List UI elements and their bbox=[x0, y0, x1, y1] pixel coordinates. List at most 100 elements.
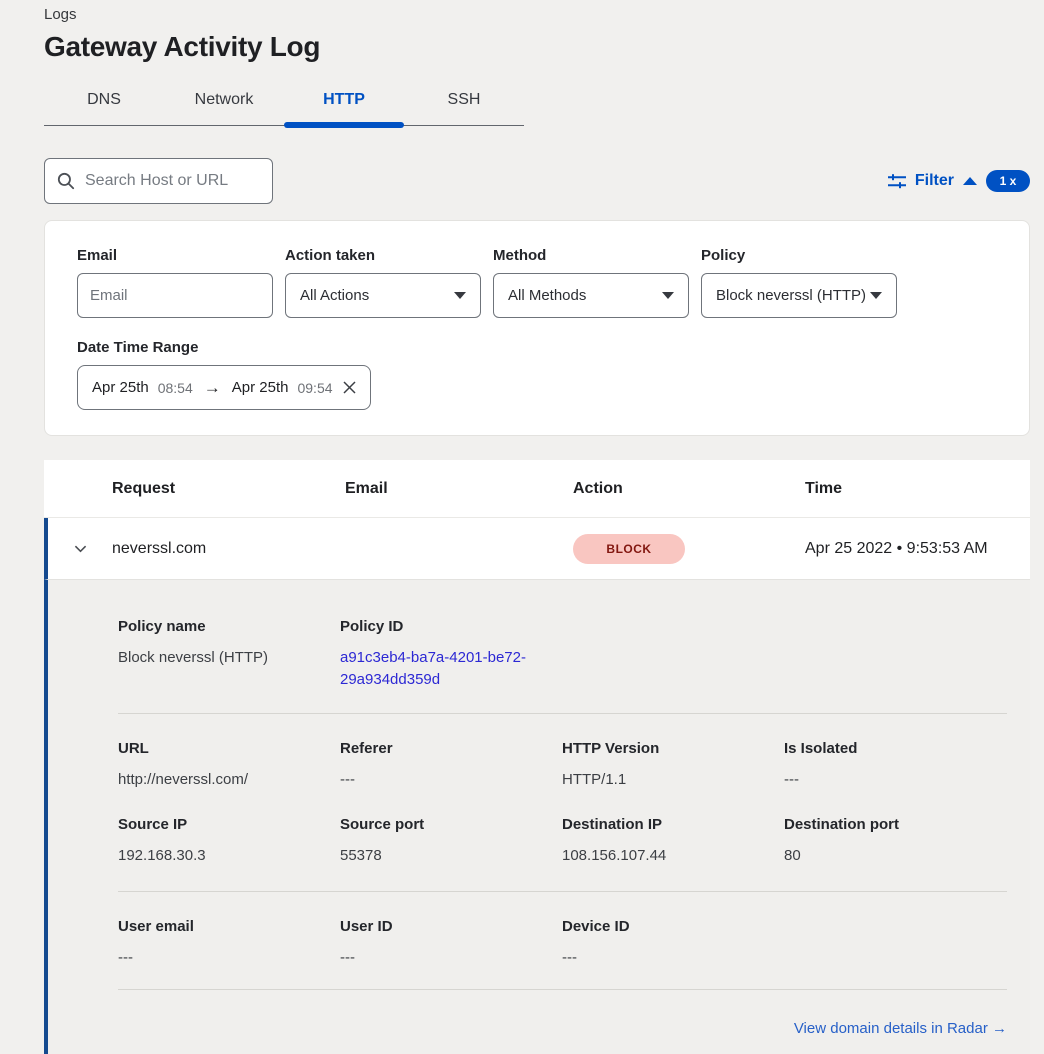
block-status-badge: BLOCK bbox=[573, 534, 685, 564]
device-id-item: Device ID --- bbox=[562, 918, 784, 969]
url-value: http://neverssl.com/ bbox=[118, 769, 340, 791]
search-box bbox=[44, 158, 273, 204]
log-type-tabs: DNS Network HTTP SSH bbox=[44, 79, 524, 126]
view-radar-link[interactable]: View domain details in Radar → bbox=[794, 1020, 1007, 1037]
tab-network[interactable]: Network bbox=[164, 79, 284, 125]
filter-toggle-button[interactable]: Filter 1 x bbox=[888, 170, 1030, 192]
is-isolated-item: Is Isolated --- bbox=[784, 740, 1006, 791]
method-select[interactable]: All Methods bbox=[493, 273, 689, 318]
user-id-item: User ID --- bbox=[340, 918, 562, 969]
action-taken-value: All Actions bbox=[300, 287, 369, 304]
policy-id-label: Policy ID bbox=[340, 618, 562, 635]
column-header-action: Action bbox=[573, 480, 805, 498]
user-id-value: --- bbox=[340, 947, 562, 969]
method-filter: Method All Methods bbox=[493, 247, 689, 318]
row-action: BLOCK bbox=[573, 534, 805, 564]
user-id-label: User ID bbox=[340, 918, 562, 935]
search-filter-row: Filter 1 x bbox=[44, 158, 1030, 204]
table-header-row: Request Email Action Time bbox=[44, 460, 1030, 518]
row-expanded-details: Policy name Block neverssl (HTTP) Policy… bbox=[44, 580, 1030, 1054]
policy-id-item: Policy ID a91c3eb4-ba7a-4201-be72-29a934… bbox=[340, 618, 562, 691]
http-version-label: HTTP Version bbox=[562, 740, 784, 757]
user-section: User email --- User ID --- Device ID --- bbox=[118, 892, 1007, 989]
gateway-activity-log-page: Logs Gateway Activity Log DNS Network HT… bbox=[0, 0, 1044, 1054]
is-isolated-label: Is Isolated bbox=[784, 740, 1006, 757]
end-time: 09:54 bbox=[297, 380, 332, 396]
filter-label: Filter bbox=[915, 172, 954, 190]
search-input[interactable] bbox=[85, 172, 255, 190]
action-taken-label: Action taken bbox=[285, 247, 481, 264]
radar-link-row: View domain details in Radar → bbox=[118, 1020, 1007, 1038]
start-date: Apr 25th bbox=[92, 379, 149, 396]
source-port-value: 55378 bbox=[340, 845, 562, 867]
tab-dns[interactable]: DNS bbox=[44, 79, 164, 125]
policy-filter: Policy Block neverssl (HTTP) bbox=[701, 247, 897, 318]
tab-http[interactable]: HTTP bbox=[284, 79, 404, 125]
url-item: URL http://neverssl.com/ bbox=[118, 740, 340, 791]
row-request: neverssl.com bbox=[112, 540, 345, 558]
http-version-item: HTTP Version HTTP/1.1 bbox=[562, 740, 784, 791]
end-date: Apr 25th bbox=[232, 379, 289, 396]
user-email-label: User email bbox=[118, 918, 340, 935]
chevron-down-icon bbox=[870, 292, 882, 299]
policy-name-label: Policy name bbox=[118, 618, 340, 635]
date-time-range-field[interactable]: Apr 25th 08:54 → Apr 25th 09:54 bbox=[77, 365, 371, 410]
filter-sliders-icon bbox=[888, 174, 906, 189]
start-time: 08:54 bbox=[158, 380, 193, 396]
source-port-item: Source port 55378 bbox=[340, 816, 562, 867]
page-title: Gateway Activity Log bbox=[44, 31, 1044, 63]
breadcrumb: Logs bbox=[0, 0, 1044, 23]
referer-label: Referer bbox=[340, 740, 562, 757]
clear-date-range-icon[interactable] bbox=[343, 381, 356, 394]
tab-ssh[interactable]: SSH bbox=[404, 79, 524, 125]
referer-item: Referer --- bbox=[340, 740, 562, 791]
date-time-range-label: Date Time Range bbox=[77, 339, 997, 356]
destination-ip-value: 108.156.107.44 bbox=[562, 845, 784, 867]
action-taken-filter: Action taken All Actions bbox=[285, 247, 481, 318]
request-section: URL http://neverssl.com/ Referer --- HTT… bbox=[118, 714, 1007, 807]
row-expander-chevron-icon[interactable] bbox=[48, 540, 112, 557]
source-port-label: Source port bbox=[340, 816, 562, 833]
destination-port-value: 80 bbox=[784, 845, 1006, 867]
policy-section: Policy name Block neverssl (HTTP) Policy… bbox=[118, 580, 1007, 713]
destination-ip-label: Destination IP bbox=[562, 816, 784, 833]
chevron-up-icon bbox=[963, 177, 977, 185]
date-time-range-filter: Date Time Range Apr 25th 08:54 → Apr 25t… bbox=[77, 339, 997, 410]
action-taken-select[interactable]: All Actions bbox=[285, 273, 481, 318]
row-time: Apr 25 2022 • 9:53:53 AM bbox=[805, 540, 1030, 558]
device-id-value: --- bbox=[562, 947, 784, 969]
policy-label: Policy bbox=[701, 247, 897, 264]
column-header-request: Request bbox=[112, 480, 345, 498]
network-section: Source IP 192.168.30.3 Source port 55378… bbox=[118, 806, 1007, 891]
policy-id-link[interactable]: a91c3eb4-ba7a-4201-be72-29a934dd359d bbox=[340, 647, 532, 691]
user-email-item: User email --- bbox=[118, 918, 340, 969]
destination-port-item: Destination port 80 bbox=[784, 816, 1006, 867]
section-divider bbox=[118, 989, 1007, 990]
activity-log-table: Request Email Action Time neverssl.com B… bbox=[44, 460, 1030, 1054]
destination-ip-item: Destination IP 108.156.107.44 bbox=[562, 816, 784, 867]
source-ip-value: 192.168.30.3 bbox=[118, 845, 340, 867]
filter-fields-row: Email Action taken All Actions Method Al… bbox=[77, 247, 997, 318]
method-value: All Methods bbox=[508, 287, 586, 304]
email-filter-input[interactable] bbox=[77, 273, 273, 318]
arrow-right-icon: → bbox=[204, 378, 221, 398]
destination-port-label: Destination port bbox=[784, 816, 1006, 833]
active-tab-indicator bbox=[284, 122, 404, 128]
email-filter-label: Email bbox=[77, 247, 273, 264]
method-label: Method bbox=[493, 247, 689, 264]
source-ip-item: Source IP 192.168.30.3 bbox=[118, 816, 340, 867]
chevron-down-icon bbox=[662, 292, 674, 299]
chevron-down-icon bbox=[454, 292, 466, 299]
column-header-email: Email bbox=[345, 480, 573, 498]
is-isolated-value: --- bbox=[784, 769, 1006, 791]
filter-count-badge[interactable]: 1 x bbox=[986, 170, 1030, 192]
column-header-time: Time bbox=[805, 480, 1030, 498]
policy-select[interactable]: Block neverssl (HTTP) bbox=[701, 273, 897, 318]
table-row[interactable]: neverssl.com BLOCK Apr 25 2022 • 9:53:53… bbox=[44, 518, 1030, 580]
url-label: URL bbox=[118, 740, 340, 757]
policy-name-value: Block neverssl (HTTP) bbox=[118, 647, 340, 669]
policy-value: Block neverssl (HTTP) bbox=[716, 287, 866, 304]
user-email-value: --- bbox=[118, 947, 340, 969]
search-icon bbox=[57, 172, 75, 190]
device-id-label: Device ID bbox=[562, 918, 784, 935]
